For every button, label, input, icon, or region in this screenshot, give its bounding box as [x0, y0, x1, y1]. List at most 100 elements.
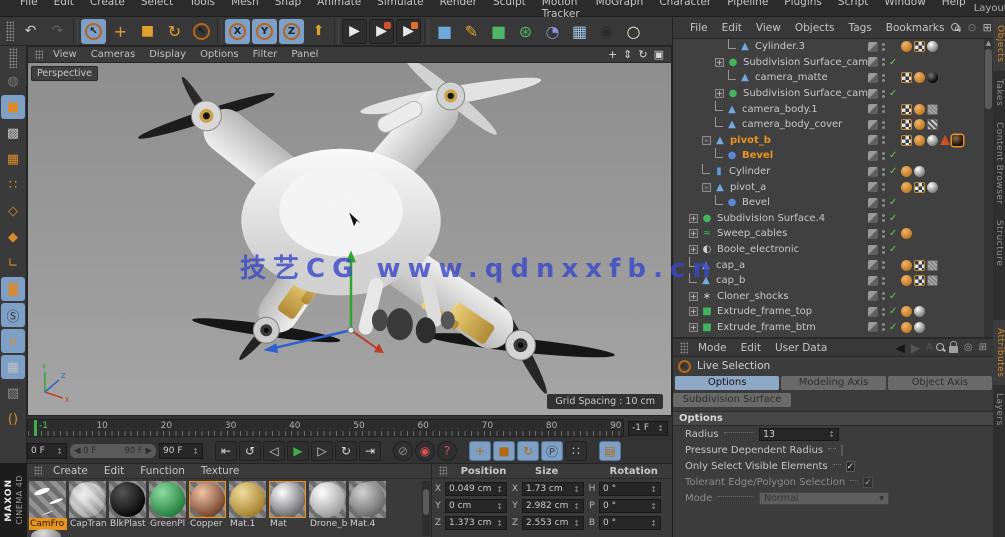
- tree-item-cap-a[interactable]: ▲cap_a: [673, 257, 986, 273]
- menu-am-user-data[interactable]: User Data: [768, 342, 834, 354]
- enabled-check-icon[interactable]: ✓: [889, 322, 899, 333]
- display-toggle-icon[interactable]: [868, 260, 878, 270]
- visibility-dots[interactable]: [882, 292, 885, 300]
- tweak-mode-button[interactable]: ◙: [1, 277, 25, 301]
- checker-tag-icon[interactable]: [914, 260, 925, 271]
- add-spline-button[interactable]: ✎: [459, 19, 484, 44]
- tree-item-bevel[interactable]: ●Bevel✓: [673, 195, 986, 211]
- tree-item-cloner-shocks[interactable]: +∗Cloner_shocks✓: [673, 289, 986, 305]
- expander-icon[interactable]: -: [702, 136, 711, 145]
- menu-material-create[interactable]: Create: [45, 465, 96, 477]
- expander-icon[interactable]: +: [715, 58, 724, 67]
- tree-item-cylinder[interactable]: ▮Cylinder✓: [673, 164, 986, 180]
- points-mode-button[interactable]: ∷: [1, 173, 25, 197]
- display-toggle-icon[interactable]: [868, 89, 878, 99]
- sphere-light-tag-icon[interactable]: [914, 306, 925, 317]
- display-toggle-icon[interactable]: [868, 57, 878, 67]
- stripes-tag-icon[interactable]: [927, 119, 938, 130]
- side-tab-content-browser[interactable]: Content Browser: [994, 114, 1004, 213]
- tree-item-camera-body-1[interactable]: ▲camera_body.1: [673, 101, 986, 117]
- play-button[interactable]: ▶: [287, 441, 309, 461]
- side-tab-structure[interactable]: Structure: [994, 212, 1004, 274]
- enabled-check-icon[interactable]: ✓: [889, 306, 899, 317]
- checker-tag-icon[interactable]: [914, 182, 925, 193]
- material-thumb[interactable]: [269, 481, 306, 518]
- model-mode-button[interactable]: ■: [1, 95, 25, 119]
- pan-view-icon[interactable]: +: [605, 48, 620, 61]
- lock-y-axis-button[interactable]: Y: [252, 19, 277, 44]
- display-toggle-icon[interactable]: [868, 213, 878, 223]
- display-toggle-icon[interactable]: [868, 291, 878, 301]
- visibility-dots[interactable]: [882, 230, 885, 238]
- goto-end-button[interactable]: ⇥: [359, 441, 381, 461]
- autokeying-button[interactable]: ◉: [415, 441, 435, 461]
- expander-icon[interactable]: +: [689, 323, 698, 332]
- add-camera-button[interactable]: ◉: [594, 19, 619, 44]
- menu-material-edit[interactable]: Edit: [96, 465, 132, 477]
- visibility-dots[interactable]: [882, 214, 885, 222]
- material-copper[interactable]: Copper: [189, 481, 227, 530]
- side-tab-layers[interactable]: Layers: [994, 385, 1004, 434]
- timeline-ruler[interactable]: -1 102030405060708090: [27, 419, 624, 437]
- coord-field-position-z[interactable]: 1.373 cm↕: [445, 516, 507, 530]
- keyframe-record-icon[interactable]: (): [1, 407, 25, 431]
- display-toggle-icon[interactable]: [868, 151, 878, 161]
- visibility-dots[interactable]: [882, 277, 885, 285]
- display-toggle-icon[interactable]: [868, 167, 878, 177]
- menu-viewport-view[interactable]: View: [46, 49, 84, 60]
- history-back-icon[interactable]: ◀: [893, 341, 908, 355]
- enabled-check-icon[interactable]: ✓: [889, 88, 899, 99]
- tree-item-pivot-a[interactable]: -▲pivot_a: [673, 179, 986, 195]
- coord-field-rotation-h[interactable]: 0 °↕: [599, 482, 661, 496]
- checker-tag-icon[interactable]: [914, 275, 925, 286]
- add-deformer-button[interactable]: ◔: [540, 19, 565, 44]
- visibility-dots[interactable]: [882, 121, 885, 129]
- material-thumb[interactable]: [229, 481, 266, 518]
- enabled-check-icon[interactable]: ✓: [889, 166, 899, 177]
- orange-tag-icon[interactable]: [901, 166, 912, 177]
- display-toggle-icon[interactable]: [868, 245, 878, 255]
- enabled-check-icon[interactable]: ✓: [889, 197, 899, 208]
- object-tree-scrollbar[interactable]: ▲: [984, 39, 993, 337]
- orange-tag-icon[interactable]: [914, 104, 925, 115]
- visibility-dots[interactable]: [882, 105, 885, 113]
- drone-model-render[interactable]: Y X Z: [28, 63, 673, 416]
- orange-tag-icon[interactable]: [901, 306, 912, 317]
- history-forward-icon[interactable]: ▶: [908, 341, 923, 355]
- coordinate-system-button[interactable]: ⬆: [306, 19, 331, 44]
- orange-tag-icon[interactable]: [914, 119, 925, 130]
- target-icon[interactable]: ◎: [961, 342, 976, 353]
- key-rotation-button[interactable]: ↻: [517, 441, 539, 461]
- visibility-dots[interactable]: [882, 323, 885, 331]
- noise-tag-icon[interactable]: [927, 104, 938, 115]
- enabled-check-icon[interactable]: ✓: [889, 244, 899, 255]
- sphere-black-tag-icon[interactable]: [927, 72, 938, 83]
- add-environment-button[interactable]: ▦: [567, 19, 592, 44]
- menu-viewport-filter[interactable]: Filter: [246, 49, 285, 60]
- move-tool[interactable]: +: [108, 19, 133, 44]
- checker-tag-icon[interactable]: [901, 72, 912, 83]
- orange-tag-icon[interactable]: [901, 322, 912, 333]
- goto-start-button[interactable]: ⇤: [215, 441, 237, 461]
- display-toggle-icon[interactable]: [868, 229, 878, 239]
- display-toggle-icon[interactable]: [868, 73, 878, 83]
- tab-object-axis[interactable]: Object Axis: [888, 376, 992, 390]
- visibility-dots[interactable]: [882, 74, 885, 82]
- undo-icon[interactable]: ↶: [18, 19, 43, 44]
- visibility-dots[interactable]: [882, 183, 885, 191]
- tree-item-subdivision-surface-cammatte[interactable]: +●Subdivision Surface_camMatte✓: [673, 55, 986, 71]
- render-view-button[interactable]: ▶: [342, 19, 367, 44]
- display-toggle-icon[interactable]: [868, 104, 878, 114]
- material-thumb[interactable]: [349, 481, 386, 518]
- menu-om-tags[interactable]: Tags: [842, 22, 879, 34]
- tree-item-cap-b[interactable]: ▲cap_b: [673, 273, 986, 289]
- end-frame-field[interactable]: 90 F↕: [159, 443, 203, 459]
- am-text-icon[interactable]: A: [923, 342, 936, 353]
- tab-options[interactable]: Options: [675, 376, 779, 390]
- lock-x-axis-button[interactable]: X: [225, 19, 250, 44]
- key-pla-button[interactable]: ∷: [565, 441, 587, 461]
- am-add-panel-icon[interactable]: ⊞: [976, 342, 990, 353]
- expander-icon[interactable]: -: [702, 183, 711, 192]
- sphere-light-tag-icon[interactable]: [927, 41, 938, 52]
- sculpt-mode-icon[interactable]: ◍: [1, 69, 25, 93]
